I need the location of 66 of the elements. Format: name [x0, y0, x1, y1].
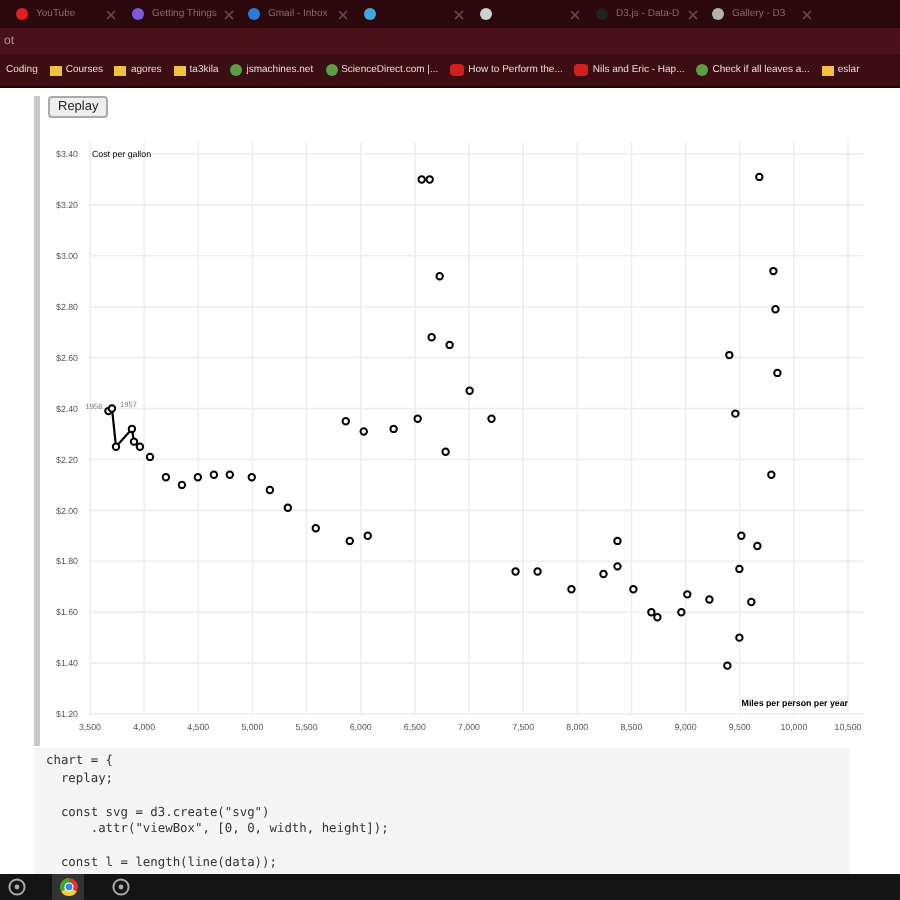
app-icon — [111, 878, 129, 896]
data-point — [265, 485, 275, 495]
data-point — [735, 564, 744, 574]
data-point — [193, 473, 203, 482]
close-icon[interactable] — [224, 9, 235, 19]
close-icon[interactable] — [338, 9, 348, 19]
data-point — [359, 427, 368, 436]
data-point — [341, 417, 350, 426]
data-point — [177, 480, 187, 490]
data-point — [511, 567, 520, 576]
data-point — [435, 272, 444, 281]
close-icon[interactable] — [687, 9, 698, 19]
data-point — [441, 447, 450, 456]
folder-icon — [49, 64, 62, 76]
close-icon[interactable] — [802, 9, 812, 19]
data-point — [613, 536, 622, 546]
data-point — [445, 340, 454, 350]
data-point — [487, 414, 496, 423]
site-icon — [325, 64, 338, 76]
folder-icon — [821, 64, 834, 76]
data-point — [705, 595, 714, 604]
data-point — [363, 531, 372, 540]
data-point — [427, 333, 436, 342]
data-point — [533, 567, 542, 576]
data-point — [567, 585, 576, 594]
data-point — [209, 470, 219, 479]
data-point — [683, 590, 692, 599]
data-point — [283, 503, 293, 512]
data-point — [747, 597, 756, 607]
folder-icon — [114, 64, 127, 76]
data-point — [629, 585, 638, 594]
data-point — [731, 409, 740, 418]
data-point — [613, 562, 622, 571]
site-icon — [696, 64, 709, 76]
data-point — [311, 524, 320, 533]
data-point — [773, 368, 782, 378]
video-icon — [450, 64, 465, 76]
data-point — [599, 569, 608, 579]
data-point — [737, 531, 746, 540]
site-icon — [230, 64, 243, 76]
data-point — [769, 266, 778, 276]
close-icon[interactable] — [570, 9, 580, 19]
data-point — [389, 424, 398, 434]
data-point — [735, 633, 744, 642]
data-point — [767, 470, 776, 479]
data-point — [755, 172, 764, 182]
data-point — [111, 442, 121, 451]
close-icon[interactable] — [106, 9, 116, 19]
taskbar-item[interactable] — [52, 874, 84, 900]
data-point — [247, 473, 256, 482]
browser-icon — [59, 878, 77, 896]
app-icon — [7, 878, 25, 896]
video-icon — [574, 64, 589, 76]
data-point — [771, 305, 780, 314]
data-point — [465, 386, 474, 395]
data-point — [753, 541, 762, 551]
data-point — [413, 414, 422, 423]
data-point — [345, 536, 354, 546]
data-point — [723, 661, 732, 670]
close-icon[interactable] — [454, 9, 464, 19]
data-point — [161, 473, 171, 482]
data-point — [127, 424, 137, 434]
folder-icon — [173, 64, 186, 76]
data-point — [725, 350, 734, 360]
data-point — [677, 608, 686, 617]
data-point — [225, 470, 234, 479]
